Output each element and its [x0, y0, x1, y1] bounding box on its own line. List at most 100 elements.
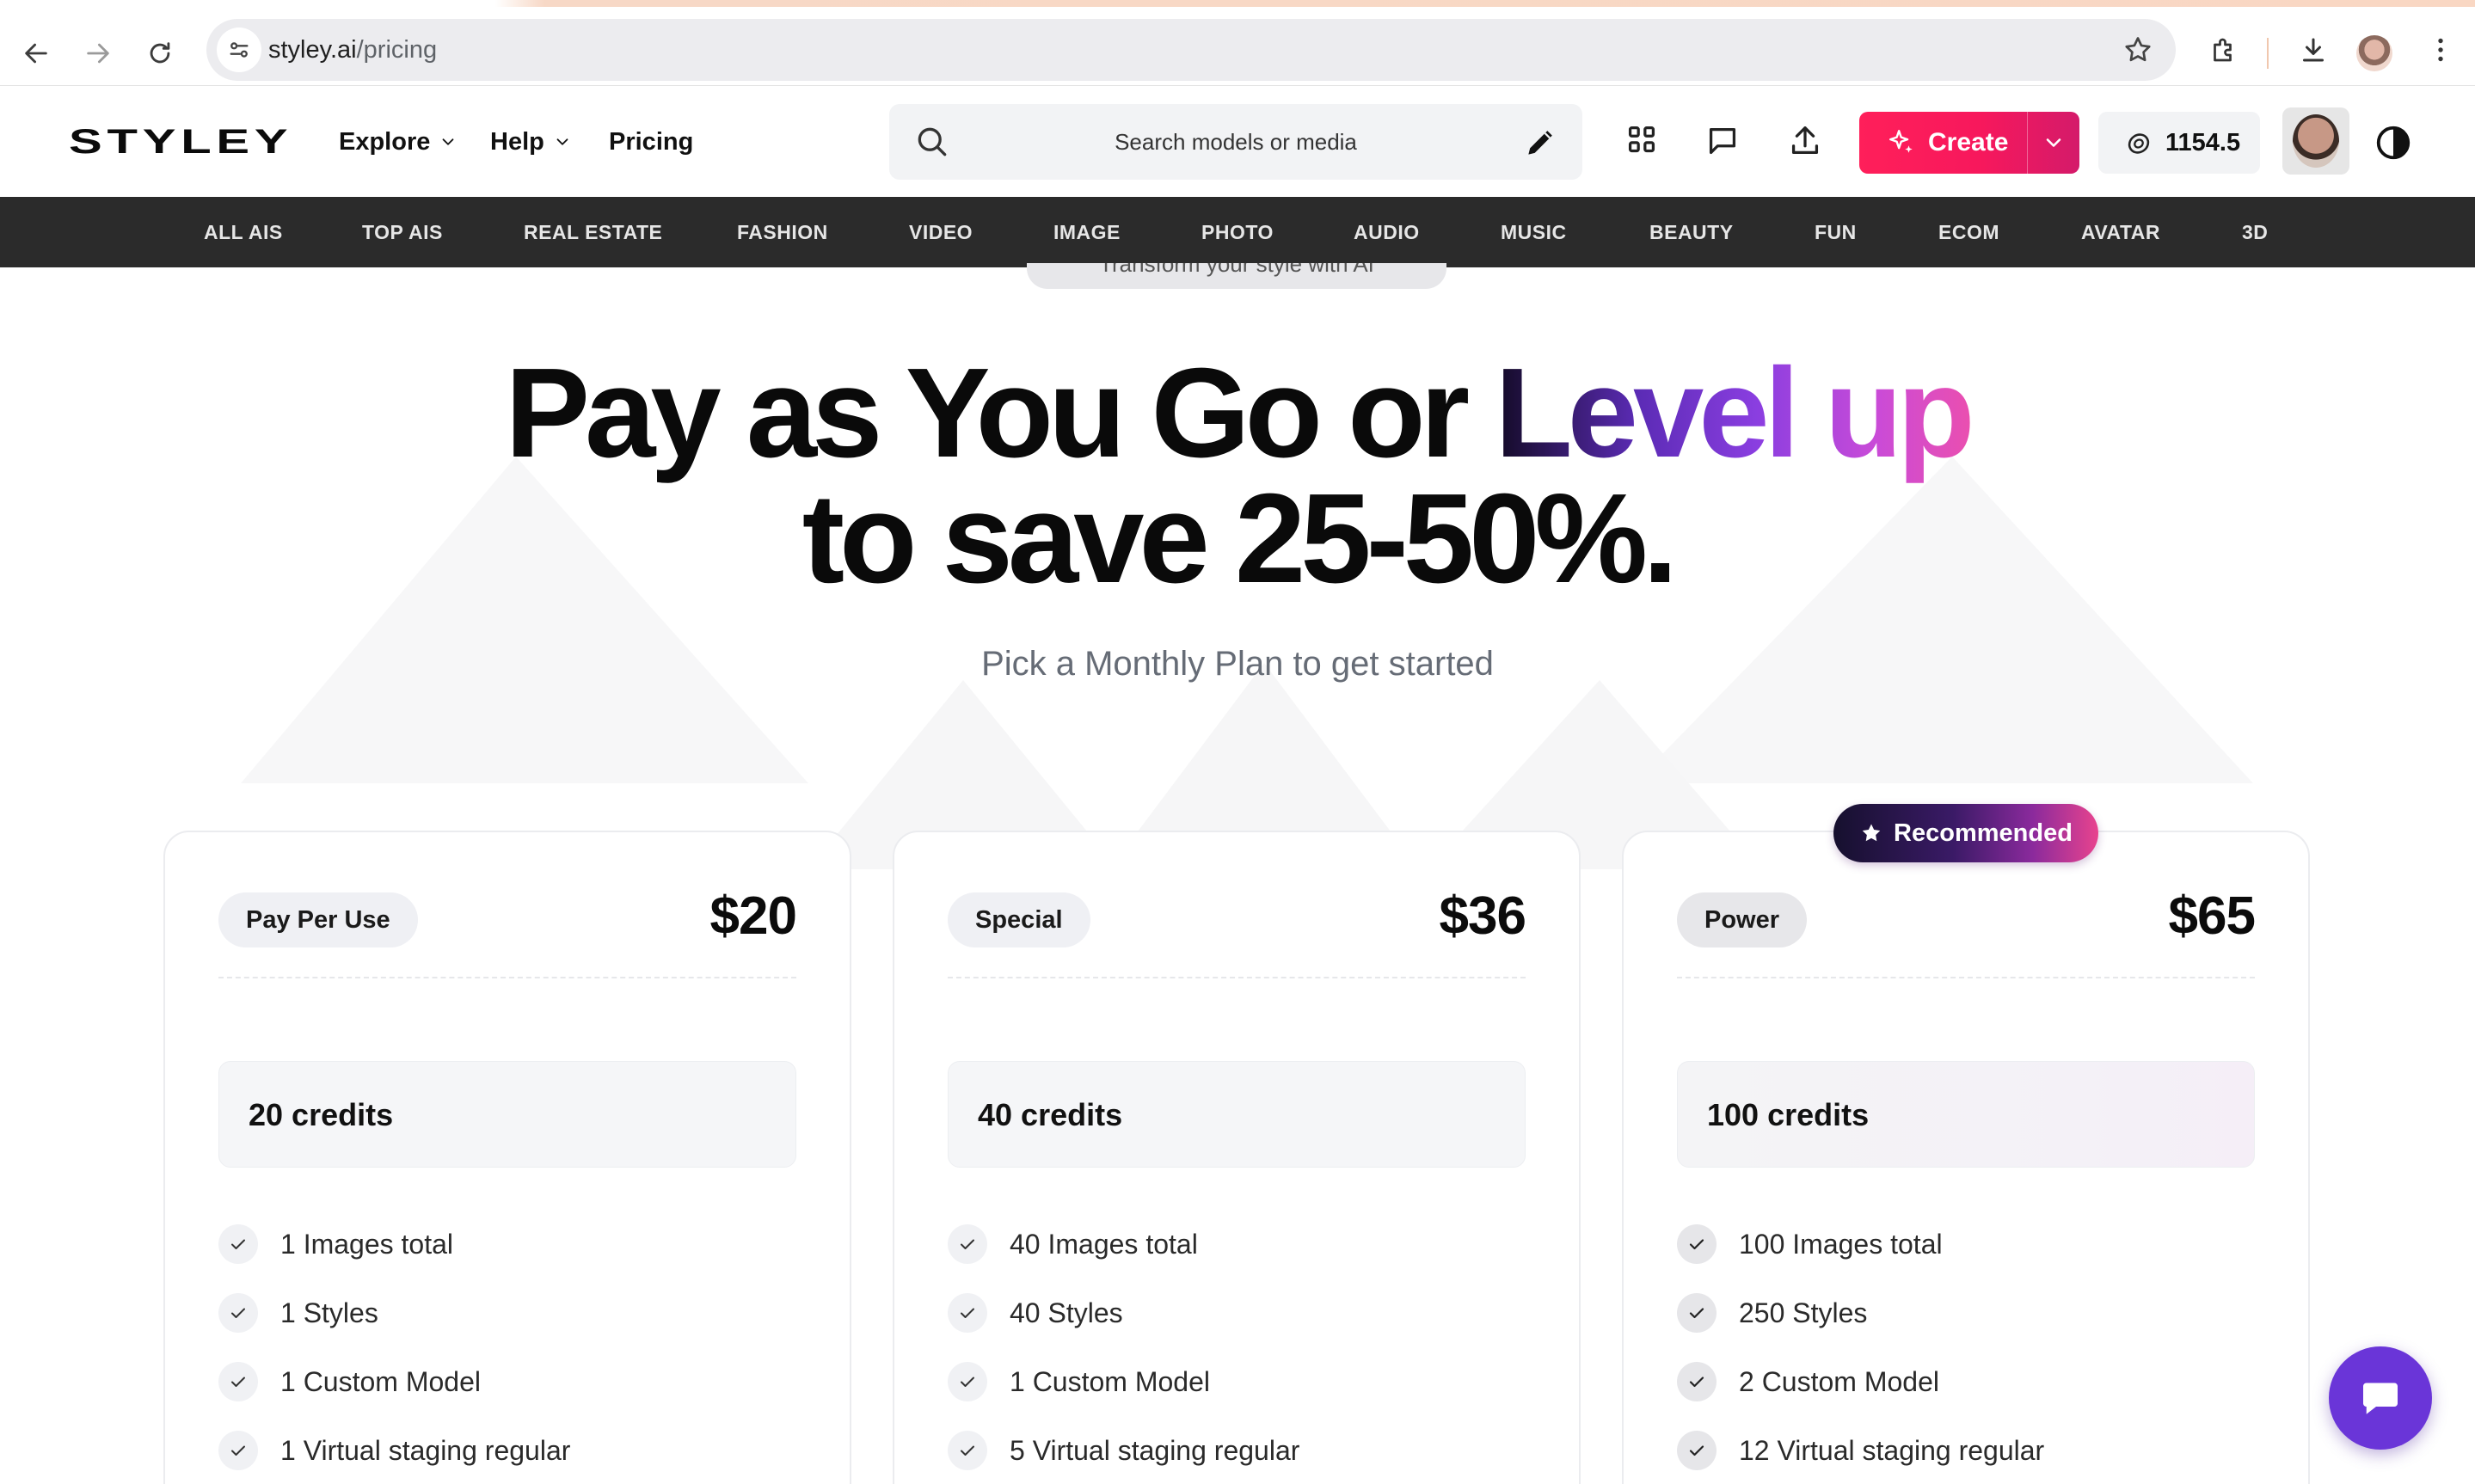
category-3d[interactable]: 3D	[2242, 197, 2268, 267]
plan-feature: 40 Images total	[948, 1223, 1198, 1266]
category-fun[interactable]: FUN	[1815, 197, 1857, 267]
plan-price: $65	[2168, 886, 2256, 946]
user-photo	[2293, 114, 2339, 168]
address-bar[interactable]: styley.ai/pricing	[206, 19, 2176, 81]
grid-icon[interactable]	[1622, 121, 1661, 161]
plan-feature: 1 Virtual staging regular	[218, 1429, 570, 1472]
pen-icon[interactable]	[1522, 123, 1560, 161]
chevron-down-icon[interactable]	[2042, 131, 2066, 155]
download-icon	[2303, 38, 2324, 62]
message-icon[interactable]	[1703, 121, 1742, 161]
plan-price: $20	[709, 886, 797, 946]
category-ecom[interactable]: ECOM	[1938, 197, 1999, 267]
plan-feature-text: 100 Images total	[1739, 1228, 1943, 1260]
recommended-badge-label: Recommended	[1894, 819, 2073, 847]
check-icon	[218, 1293, 258, 1333]
downloads-button[interactable]	[2288, 24, 2339, 76]
bookmark-star-icon[interactable]	[2122, 34, 2153, 65]
plan-name: Special	[948, 892, 1090, 947]
plan-feature: 2 Custom Model	[1677, 1360, 1939, 1403]
nav-pricing[interactable]: Pricing	[609, 125, 693, 159]
reload-button[interactable]	[134, 28, 186, 79]
category-audio[interactable]: AUDIO	[1354, 197, 1420, 267]
plan-card-pay-per-use: Pay Per Use $20 20 credits 1 Images tota…	[163, 831, 851, 1484]
plan-feature-text: 40 Styles	[1010, 1297, 1123, 1328]
theme-toggle-icon[interactable]	[2374, 123, 2413, 163]
credits-balance[interactable]: 1154.5	[2098, 112, 2260, 174]
category-bar: ALL AIS TOP AIS REAL ESTATE FASHION VIDE…	[0, 197, 2475, 267]
category-avatar[interactable]: AVATAR	[2081, 197, 2160, 267]
back-button[interactable]	[10, 28, 62, 79]
create-button[interactable]: Create	[1859, 112, 2079, 174]
nav-help-label: Help	[490, 127, 544, 156]
check-icon	[218, 1431, 258, 1470]
plan-feature: 1 Styles	[218, 1291, 378, 1334]
search-placeholder: Search models or media	[1115, 129, 1357, 155]
nav-help[interactable]: Help	[490, 125, 572, 159]
site-header: STYLEY Explore Help Pricing Search model…	[0, 87, 2475, 197]
puzzle-icon	[2214, 38, 2232, 62]
plan-credits: 100 credits	[1707, 1097, 1870, 1132]
chat-support-button[interactable]	[2329, 1346, 2432, 1450]
category-top-ais[interactable]: TOP AIS	[362, 197, 443, 267]
plan-card-power: Power $65 100 credits 100 Images total 2…	[1622, 831, 2310, 1484]
plan-feature-text: 2 Custom Model	[1739, 1365, 1939, 1397]
user-avatar[interactable]	[2282, 107, 2349, 175]
plan-credits: 20 credits	[249, 1097, 394, 1132]
category-photo[interactable]: PHOTO	[1201, 197, 1274, 267]
plan-feature: 5 Virtual staging regular	[948, 1429, 1299, 1472]
check-icon	[948, 1293, 987, 1333]
more-vertical-icon	[2438, 38, 2443, 62]
forward-button[interactable]	[72, 28, 124, 79]
browser-tab-strip	[0, 0, 2475, 7]
plan-feature: 250 Styles	[1677, 1291, 1867, 1334]
category-all-ais[interactable]: ALL AIS	[204, 197, 283, 267]
toolbar-separator	[2267, 38, 2269, 69]
coin-icon	[2128, 133, 2150, 154]
chevron-down-icon	[556, 138, 568, 145]
plan-feature: 40 Styles	[948, 1291, 1123, 1334]
nav-explore[interactable]: Explore	[339, 125, 458, 159]
category-beauty[interactable]: BEAUTY	[1649, 197, 1734, 267]
search-input[interactable]: Search models or media	[889, 104, 1582, 180]
category-fashion[interactable]: FASHION	[737, 197, 828, 267]
credits-value: 1154.5	[2165, 129, 2241, 156]
url-text[interactable]: styley.ai/pricing	[268, 19, 437, 81]
star-icon	[1862, 824, 1881, 842]
browser-profile-avatar[interactable]	[2356, 35, 2392, 71]
plan-name: Pay Per Use	[218, 892, 418, 947]
category-image[interactable]: IMAGE	[1053, 197, 1121, 267]
recommended-badge: Recommended	[1833, 804, 2098, 862]
plan-credits-box: 40 credits	[948, 1061, 1526, 1168]
plan-feature-text: 12 Virtual staging regular	[1739, 1434, 2045, 1466]
plan-feature-text: 1 Custom Model	[1010, 1365, 1210, 1397]
plan-feature-text: 5 Virtual staging regular	[1010, 1434, 1300, 1466]
plan-feature: 1 Images total	[218, 1223, 453, 1266]
hero-pill-text: Transform your style with AI	[1099, 263, 1374, 277]
extensions-button[interactable]	[2198, 24, 2250, 76]
hero-title-line2: to save 25-50%.	[801, 468, 1678, 610]
plan-name: Power	[1677, 892, 1808, 947]
category-video[interactable]: VIDEO	[909, 197, 973, 267]
check-icon	[1677, 1293, 1717, 1333]
plan-feature-text: 1 Images total	[280, 1228, 453, 1260]
styley-logo[interactable]: STYLEY	[69, 123, 292, 162]
check-icon	[218, 1362, 258, 1401]
upload-icon[interactable]	[1785, 121, 1825, 161]
browser-menu-button[interactable]	[2415, 24, 2466, 76]
plan-feature-text: 1 Virtual staging regular	[280, 1434, 571, 1466]
plan-feature: 1 Custom Model	[948, 1360, 1210, 1403]
plan-divider	[948, 977, 1526, 978]
check-icon	[948, 1224, 987, 1264]
nav-explore-label: Explore	[339, 127, 431, 156]
check-icon	[218, 1224, 258, 1264]
plan-feature-text: 1 Styles	[280, 1297, 378, 1328]
plan-divider	[1677, 977, 2255, 978]
site-info-button[interactable]	[217, 28, 261, 72]
category-music[interactable]: MUSIC	[1501, 197, 1567, 267]
check-icon	[1677, 1362, 1717, 1401]
category-real-estate[interactable]: REAL ESTATE	[524, 197, 662, 267]
chat-icon	[2363, 1383, 2398, 1414]
plan-feature-text: 250 Styles	[1739, 1297, 1868, 1328]
plan-credits: 40 credits	[978, 1097, 1123, 1132]
